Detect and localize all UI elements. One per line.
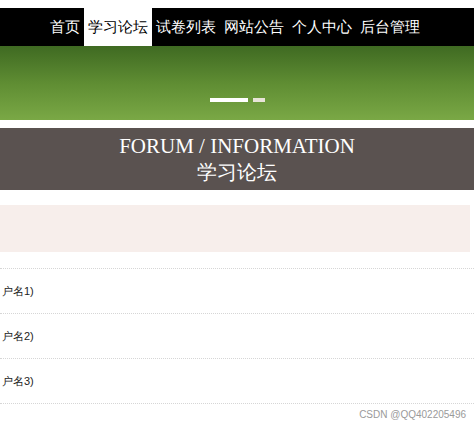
- watermark: CSDN @QQ402205496: [359, 407, 466, 422]
- banner-indicator[interactable]: [253, 98, 265, 102]
- post-row[interactable]: 户名1): [0, 268, 474, 313]
- section-title-zh: 学习论坛: [197, 159, 277, 185]
- post-author: 户名1): [2, 283, 34, 300]
- nav-item[interactable]: 后台管理: [356, 8, 424, 46]
- banner-indicator[interactable]: [210, 98, 248, 102]
- search-panel: [0, 205, 470, 252]
- page: 首页学习论坛试卷列表网站公告个人中心后台管理FORUM / INFORMATIO…: [0, 0, 474, 426]
- post-row[interactable]: 户名2): [0, 313, 474, 358]
- post-author: 户名2): [2, 328, 34, 345]
- section-header: FORUM / INFORMATION学习论坛: [0, 128, 474, 190]
- post-list: 户名1) 户名2) 户名3): [0, 268, 474, 404]
- section-title-en: FORUM / INFORMATION: [119, 133, 355, 159]
- nav-item[interactable]: 个人中心: [288, 8, 356, 46]
- nav-item[interactable]: 学习论坛: [84, 8, 152, 46]
- nav-item[interactable]: 试卷列表: [152, 8, 220, 46]
- banner: [0, 46, 474, 120]
- post-row[interactable]: 户名3): [0, 358, 474, 403]
- top-nav: 首页学习论坛试卷列表网站公告个人中心后台管理: [0, 8, 474, 46]
- nav-item[interactable]: 首页: [46, 8, 84, 46]
- nav-item[interactable]: 网站公告: [220, 8, 288, 46]
- post-author: 户名3): [2, 373, 34, 390]
